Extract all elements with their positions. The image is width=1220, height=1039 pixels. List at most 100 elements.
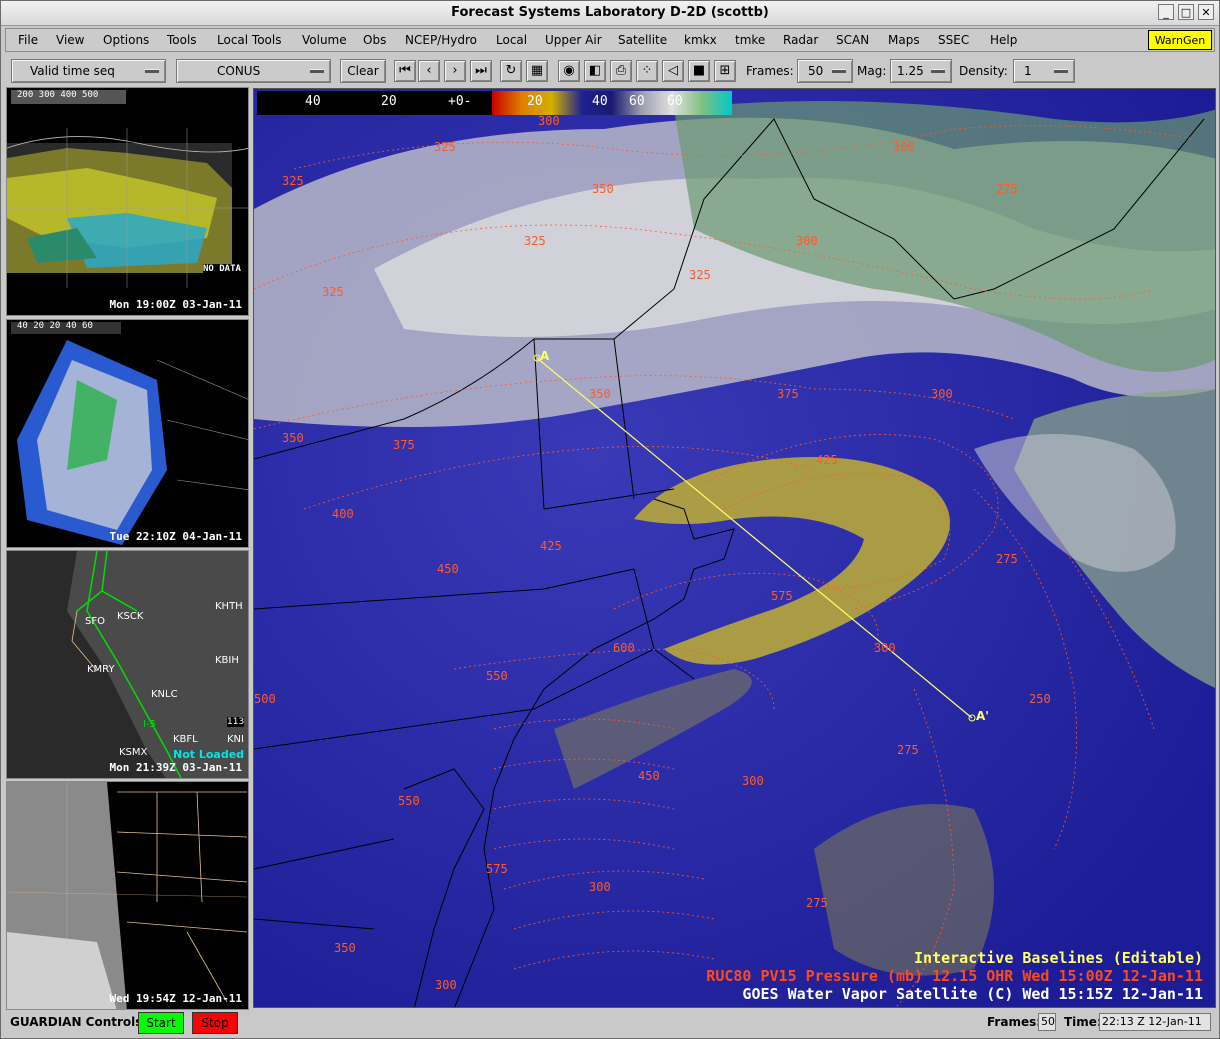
menu-help[interactable]: Help <box>990 33 1017 47</box>
station-kbfl: KBFL <box>173 734 198 745</box>
guardian-stop-button[interactable]: Stop <box>192 1012 238 1034</box>
maximize-icon[interactable]: □ <box>1178 4 1194 20</box>
contour-label: 550 <box>398 794 420 808</box>
main-map-pane[interactable]: 40 20 +0- 20 40 60 60 300 325 325 300 27… <box>253 88 1216 1008</box>
menu-volume[interactable]: Volume <box>302 33 347 47</box>
first-frame-icon[interactable]: ⏮ <box>394 60 416 82</box>
no-data-badge: NO DATA <box>203 264 241 274</box>
route-shield-113: 113 <box>227 717 245 727</box>
contour-label: 500 <box>254 692 276 706</box>
legend-interactive-baselines[interactable]: Interactive Baselines (Editable) <box>914 949 1203 967</box>
side-panel-southeast[interactable]: Wed 19:54Z 12-Jan-11 <box>6 781 249 1010</box>
menu-local-tools[interactable]: Local Tools <box>217 33 281 47</box>
panel-1-time: Mon 19:00Z 03-Jan-11 <box>109 298 242 311</box>
colorbar-label: 60 <box>629 94 645 109</box>
color-table-icon[interactable]: ▦ <box>526 60 548 82</box>
contour-label: 325 <box>322 285 344 299</box>
title-bar[interactable]: Forecast Systems Laboratory D-2D (scottb… <box>1 1 1219 26</box>
station-ksck: KSCK <box>117 611 144 622</box>
step-forward-icon[interactable]: › <box>444 60 466 82</box>
legend-ruc80-pv15[interactable]: RUC80 PV15 Pressure (mb) 12.15 OHR Wed 1… <box>706 967 1203 985</box>
density-select[interactable]: 1 <box>1013 59 1075 83</box>
panel-3-image <box>7 551 248 778</box>
single-pane-icon[interactable]: ■ <box>688 60 710 82</box>
warngen-button[interactable]: WarnGen <box>1148 30 1212 50</box>
baseline-icon[interactable]: ◁ <box>662 60 684 82</box>
panel-2-legend: 40 20 20 40 60 <box>17 321 93 331</box>
colorbar-label: 20 <box>381 94 397 109</box>
mag-select[interactable]: 1.25 <box>890 59 952 83</box>
contour-label: 375 <box>777 387 799 401</box>
guardian-start-button[interactable]: Start <box>138 1012 184 1034</box>
close-icon[interactable]: ✕ <box>1198 4 1214 20</box>
menu-options[interactable]: Options <box>103 33 149 47</box>
contour-label: 450 <box>638 769 660 783</box>
contour-label: 350 <box>282 431 304 445</box>
colorbar-label: 40 <box>305 94 321 109</box>
side-panel-california[interactable]: KHTH KSCK SFO KBIH KMRY KNLC I-5 KBFL KN… <box>6 550 249 779</box>
frames-label: Frames: <box>746 64 794 78</box>
highway-i5: I-5 <box>143 719 156 730</box>
menu-maps[interactable]: Maps <box>888 33 920 47</box>
step-back-icon[interactable]: ‹ <box>418 60 440 82</box>
frames-status-label: Frames: <box>987 1015 1042 1029</box>
scale-select[interactable]: CONUS <box>176 59 331 83</box>
legend-goes-water-vapor[interactable]: GOES Water Vapor Satellite (C) Wed 15:15… <box>742 985 1203 1003</box>
panel-4-image <box>7 782 248 1009</box>
panel-2-time: Tue 22:10Z 04-Jan-11 <box>109 530 242 543</box>
contour-label: 375 <box>393 438 415 452</box>
menu-local[interactable]: Local <box>496 33 527 47</box>
station-khth: KHTH <box>215 601 243 612</box>
menu-tmke[interactable]: tmke <box>735 33 765 47</box>
menu-view[interactable]: View <box>56 33 84 47</box>
side-panel-precip[interactable]: 200 300 400 500 NO DATA Mon 19:00Z 03-Ja… <box>6 87 249 316</box>
minimize-icon[interactable]: _ <box>1158 4 1174 20</box>
points-icon[interactable]: ⁘ <box>636 60 658 82</box>
baseline-end-label[interactable]: A' <box>976 709 989 723</box>
four-pane-icon[interactable]: ⊞ <box>714 60 736 82</box>
menu-kmkx[interactable]: kmkx <box>684 33 717 47</box>
dropdown-arrow-icon <box>1054 70 1068 73</box>
panel-1-legend: 200 300 400 500 <box>17 90 99 100</box>
dropdown-arrow-icon <box>931 70 945 73</box>
contour-label: 325 <box>689 268 711 282</box>
frames-value: 50 <box>808 64 824 78</box>
contour-label: 300 <box>874 641 896 655</box>
menu-ncep-hydro[interactable]: NCEP/Hydro <box>405 33 477 47</box>
menu-file[interactable]: File <box>18 33 38 47</box>
frames-select[interactable]: 50 <box>797 59 853 83</box>
menu-tools[interactable]: Tools <box>167 33 197 47</box>
contour-label: 300 <box>796 234 818 248</box>
time-mode-select[interactable]: Valid time seq <box>11 59 166 83</box>
baseline-start-label[interactable]: A <box>540 349 549 363</box>
menu-upper-air[interactable]: Upper Air <box>545 33 602 47</box>
station-knlc: KNLC <box>151 689 178 700</box>
colorbar-label: 40 <box>592 94 608 109</box>
colorbar-label: 20 <box>527 94 543 109</box>
contour-label: 550 <box>486 669 508 683</box>
last-frame-icon[interactable]: ⏭ <box>470 60 492 82</box>
menu-bar: File View Options Tools Local Tools Volu… <box>5 28 1215 52</box>
contour-label: 325 <box>282 174 304 188</box>
menu-ssec[interactable]: SSEC <box>938 33 969 47</box>
image-combine-icon[interactable]: ◧ <box>584 60 606 82</box>
not-loaded-badge: Not Loaded <box>173 748 245 761</box>
print-icon[interactable]: ⎙ <box>610 60 632 82</box>
loop-icon[interactable]: ↻ <box>500 60 522 82</box>
menu-radar[interactable]: Radar <box>783 33 818 47</box>
contour-label: 300 <box>931 387 953 401</box>
density-label: Density: <box>959 64 1008 78</box>
contour-label: 600 <box>613 641 635 655</box>
mag-label: Mag: <box>857 64 887 78</box>
side-panel-radar[interactable]: 40 20 20 40 60 Tue 22:10Z 04-Jan-11 <box>6 319 249 548</box>
dropdown-arrow-icon <box>310 70 324 73</box>
auto-update-icon[interactable]: ◉ <box>558 60 580 82</box>
menu-obs[interactable]: Obs <box>363 33 386 47</box>
menu-satellite[interactable]: Satellite <box>618 33 667 47</box>
contour-label: 350 <box>334 941 356 955</box>
clear-button[interactable]: Clear <box>340 59 386 83</box>
colorbar-label: +0- <box>448 94 472 109</box>
contour-label: 300 <box>589 880 611 894</box>
panel-3-time: Mon 21:39Z 03-Jan-11 <box>109 761 242 774</box>
menu-scan[interactable]: SCAN <box>836 33 869 47</box>
